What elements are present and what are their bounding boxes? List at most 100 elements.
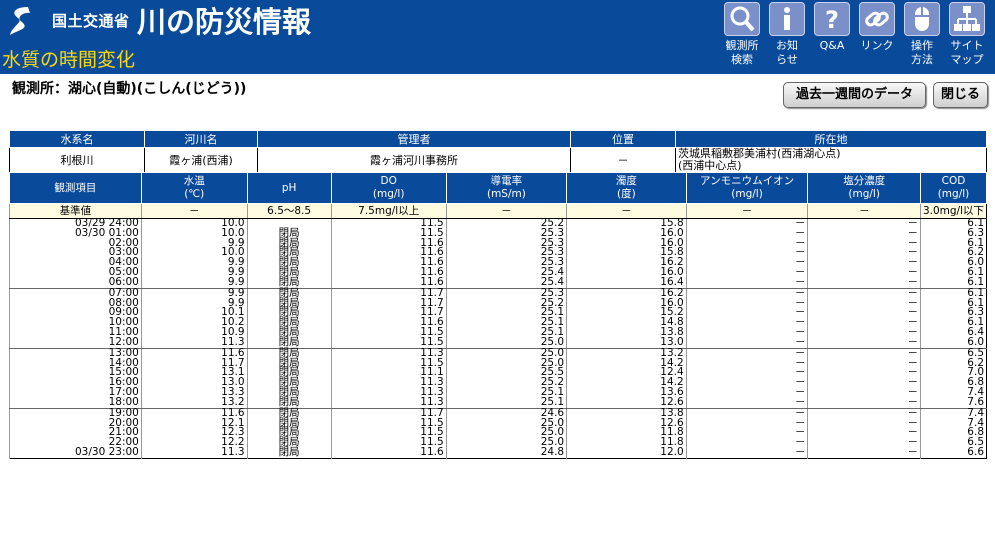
table-row: 09:00 10.1 閉局 11.7 25.1 15.2 －－ 6.3 [9,307,987,319]
nav-label: お知 らせ [776,39,798,66]
nav-qa[interactable]: ? Q&A [810,0,854,72]
table-row: 16:00 13.0 閉局 11.3 25.2 14.2 －－ 6.8 [9,377,987,389]
table-cell: 11.6 [330,447,447,459]
nav-howto[interactable]: 操作 方法 [900,0,944,72]
table-row: 17:00 13.3 閉局 11.3 25.1 13.6 －－ 7.4 [9,387,987,398]
info-icon [769,2,805,36]
info-value: － [570,147,676,173]
table-cell: － [685,218,808,229]
table-cell: － [685,327,808,338]
table-cell: － [807,267,921,278]
table-cell: － [807,427,921,439]
table-row: 10:00 10.2 閉局 11.6 25.1 14.8 －－ 6.1 [9,317,987,329]
standard-cell: － [807,203,921,219]
table-cell: － [685,407,808,419]
search-icon [724,2,760,36]
table-cell: － [807,307,921,319]
table-cell: － [685,287,808,299]
table-cell: － [685,317,808,329]
table-row: 02:00 9.9 閉局 11.6 25.3 16.0 －－ 6.1 [9,237,987,249]
table-cell: － [807,437,921,449]
info-value-location: 茨城県稲敷郡美浦村(西浦湖心点) (西浦中心点) [675,147,987,173]
table-cell: － [685,357,808,369]
column-header: アンモニウムイオン (mg/l) [685,172,809,204]
table-cell: － [685,307,808,319]
table-row: 19:00 11.6 閉局 11.7 24.6 13.8 －－ 7.4 [9,407,987,419]
column-header: 水温 (℃) [140,172,248,204]
column-header: 塩分濃度 (mg/l) [807,172,921,204]
column-header: 観測項目 [9,172,142,204]
table-cell: － [807,337,921,349]
table-cell: － [807,417,921,429]
table-cell: － [807,247,921,259]
table-row: 03:00 10.0 閉局 11.6 25.3 15.8 －－ 6.2 [9,247,987,259]
table-cell: 11.3 [140,447,248,459]
table-cell: － [685,347,808,359]
link-icon [859,2,895,36]
nav-label: Q&A [819,39,845,52]
standard-row: 基準値－ 6.5～8.5 7.5mg/l以上－－－－ 3.0mg/l以下 [9,203,987,219]
table-cell: － [807,297,921,309]
nav-station-search[interactable]: 観測所 検索 [720,0,764,72]
table-cell: － [685,437,808,449]
table-cell: － [807,218,921,229]
table-cell: 03/30 23:00 [9,447,142,459]
station-label: 観測所：湖心(自動)(こしん(じどう)) [12,81,247,97]
info-value: 霞ヶ浦(西浦) [144,147,258,173]
table-row: 22:00 12.2 閉局 11.5 25.0 11.8 －－ 6.5 [9,437,987,449]
mouse-icon [904,2,940,36]
table-cell: － [685,367,808,379]
table-cell: － [685,337,808,349]
standard-cell: 6.5～8.5 [246,203,332,219]
mlit-logo-icon [10,7,30,35]
table-row: 18:00 13.2 閉局 11.3 25.1 12.6 －－ 7.6 [9,396,987,409]
table-cell: － [685,228,808,239]
table-cell: － [807,396,921,409]
info-header: 河川名 [144,130,258,148]
table-cell: － [807,327,921,338]
sitemap-icon [949,2,985,36]
nav-label: サイト マップ [950,39,984,66]
past-week-button[interactable]: 過去一週間のデータ [783,82,926,108]
table-cell: － [685,396,808,409]
table-row: 21:00 12.3 閉局 11.5 25.0 11.8 －－ 6.8 [9,427,987,439]
close-button[interactable]: 閉じる [933,82,988,108]
table-cell: － [807,367,921,379]
table-cell: － [685,247,808,259]
table-cell: － [807,287,921,299]
nav-sitemap[interactable]: サイト マップ [945,0,989,72]
table-row: 03/29 24:00 10.0 11.5 25.2 15.8 －－ 6.1 [9,218,987,229]
table-row: 20:00 12.1 閉局 11.5 25.0 12.6 －－ 7.4 [9,417,987,429]
column-header: 濁度 (度) [566,172,687,204]
table-row: 08:00 9.9 閉局 11.7 25.2 16.0 －－ 6.1 [9,297,987,309]
page-title: 水質の時間変化 [0,47,136,73]
header-bar: 国土交通省 川の防災情報 水質の時間変化 観測所 検索 お知 らせ ? Q&A リン… [0,0,995,74]
table-cell: － [685,267,808,278]
info-header: 水系名 [9,130,145,148]
info-header: 管理者 [257,130,571,148]
svg-text:?: ? [825,6,839,34]
table-header-row: 観測項目 水温 (℃) pH DO (mg/l) 導電率 (mS/m) 濁度 (度) アンモ… [9,172,988,204]
column-header: pH [246,172,332,204]
table-cell: － [685,297,808,309]
table-cell: － [807,277,921,289]
nav-news[interactable]: お知 らせ [765,0,809,72]
table-cell: － [807,237,921,249]
table-row: 06:00 9.9 閉局 11.6 25.4 16.4 －－ 6.1 [9,277,987,289]
site-title: 川の防災情報 [137,5,312,39]
table-row: 07:00 9.9 閉局 11.7 25.3 16.2 －－ 6.1 [9,287,987,299]
info-header: 所在地 [675,130,987,148]
nav-link[interactable]: リンク [855,0,899,72]
table-row: 13:00 11.6 閉局 11.3 25.0 13.2 －－ 6.5 [9,347,987,359]
table-cell: － [685,417,808,429]
table-row: 11:00 10.9 閉局 11.5 25.1 13.8 －－ 6.4 [9,327,987,338]
column-header: COD (mg/l) [919,172,988,204]
table-cell: － [807,357,921,369]
table-cell: － [807,228,921,239]
location-text: 茨城県稲敷郡美浦村(西浦湖心点) (西浦中心点) [678,147,841,172]
table-cell: － [807,257,921,269]
table-cell: － [685,387,808,398]
station-info-table: 水系名 河川名 管理者 位置 所在地 利根川 霞ヶ浦(西浦) 霞ヶ浦河川事務所 … [9,130,987,173]
info-value: 利根川 [9,147,145,173]
table-cell: － [807,377,921,389]
